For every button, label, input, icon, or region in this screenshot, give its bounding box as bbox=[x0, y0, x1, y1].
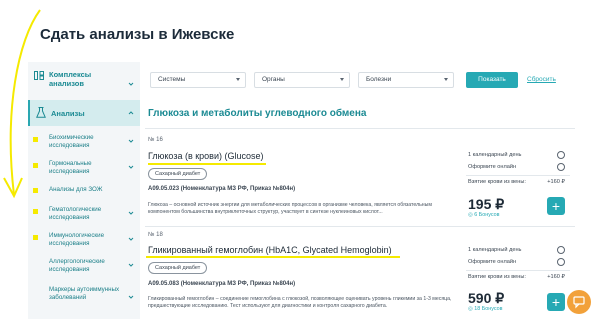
blood-draw-price: +160 ₽ bbox=[547, 274, 565, 280]
divider bbox=[145, 128, 575, 129]
disease-tag[interactable]: Сахарный диабет bbox=[148, 168, 208, 180]
test-price: 590 ₽ bbox=[468, 290, 505, 306]
chevron-up-icon bbox=[128, 110, 134, 116]
flask-icon bbox=[36, 107, 46, 118]
title-highlight bbox=[146, 256, 400, 258]
sidebar-subitem-label: Анализы для ЗОЖ bbox=[49, 186, 103, 193]
duration-label: 1 календарный день bbox=[468, 247, 522, 253]
disease-tag[interactable]: Сахарный диабет bbox=[148, 262, 208, 274]
online-label[interactable]: Оформите онлайн bbox=[468, 259, 516, 265]
chevron-down-icon bbox=[128, 138, 134, 144]
title-highlight bbox=[148, 163, 266, 165]
show-button[interactable]: Показать bbox=[466, 72, 518, 88]
highlight-marker bbox=[33, 137, 38, 142]
divider bbox=[466, 175, 570, 176]
highlight-marker bbox=[33, 209, 38, 214]
sidebar-subitem-label: Маркеры аутоиммунных заболеваний bbox=[49, 286, 120, 301]
test-number: № 18 bbox=[148, 232, 163, 238]
blood-draw-label: Взятие крови из вены: bbox=[468, 179, 526, 185]
highlight-marker bbox=[33, 235, 38, 240]
divider bbox=[466, 270, 570, 271]
page-title: Сдать анализы в Ижевске bbox=[40, 26, 235, 43]
chevron-down-icon bbox=[128, 262, 134, 268]
test-title[interactable]: Глюкоза (в крови) (Glucose) bbox=[148, 151, 264, 161]
clock-icon bbox=[557, 246, 565, 254]
sidebar-subitem-label: Биохимические исследования bbox=[49, 134, 94, 149]
blood-draw-price: +160 ₽ bbox=[547, 179, 565, 185]
sidebar-subitem-label: Аллергологические исследования bbox=[49, 258, 105, 273]
organs-select[interactable]: Органы bbox=[254, 72, 350, 88]
sidebar-subitem-label: Иммунологические исследования bbox=[49, 232, 105, 247]
chevron-down-icon bbox=[128, 81, 134, 87]
sidebar-item-label: Комплексы анализов bbox=[49, 70, 92, 88]
chat-button[interactable] bbox=[567, 290, 591, 314]
chevron-down-icon bbox=[128, 236, 134, 242]
grid-icon bbox=[34, 71, 44, 80]
sidebar-item-label: Анализы bbox=[51, 109, 85, 118]
test-title[interactable]: Гликированный гемоглобин (HbA1C, Glycate… bbox=[148, 245, 392, 255]
chevron-down-icon bbox=[128, 210, 134, 216]
highlight-marker bbox=[33, 163, 38, 168]
online-label[interactable]: Оформите онлайн bbox=[468, 164, 516, 170]
chevron-down-icon bbox=[128, 164, 134, 170]
test-code: A09.05.023 (Номенклатура МЗ РФ, Приказ №… bbox=[148, 186, 296, 192]
add-to-cart-button[interactable]: + bbox=[547, 197, 565, 215]
systems-select-value: Системы bbox=[158, 76, 186, 83]
sidebar-item-analyses[interactable]: Анализы bbox=[28, 100, 140, 126]
test-description: Глюкоза – основной источник энергии для … bbox=[148, 202, 432, 215]
test-price: 195 ₽ bbox=[468, 196, 505, 212]
bonus-label: ◎ 18 Бонусов bbox=[468, 306, 503, 312]
bonus-label: ◎ 6 Бонусов bbox=[468, 212, 500, 218]
test-description: Гликированный гемоглобин – соединение ге… bbox=[148, 296, 452, 309]
highlight-marker bbox=[33, 188, 38, 193]
section-title: Глюкоза и метаболиты углеводного обмена bbox=[148, 108, 367, 119]
chat-icon bbox=[573, 296, 585, 309]
caret-down-icon bbox=[444, 78, 448, 81]
caret-down-icon bbox=[340, 78, 344, 81]
duration-label: 1 календарный день bbox=[468, 152, 522, 158]
sidebar-item-complexes[interactable]: Комплексы анализов bbox=[28, 66, 140, 100]
diseases-select[interactable]: Болезни bbox=[358, 72, 454, 88]
divider bbox=[145, 226, 575, 227]
test-code: A09.05.083 (Номенклатура МЗ РФ, Приказ №… bbox=[148, 281, 296, 287]
chevron-down-icon bbox=[128, 294, 134, 300]
add-to-cart-button[interactable]: + bbox=[547, 293, 565, 311]
clock-icon bbox=[557, 151, 565, 159]
test-number: № 16 bbox=[148, 137, 163, 143]
caret-down-icon bbox=[236, 78, 240, 81]
check-icon bbox=[557, 258, 565, 266]
sidebar-subitem-label: Гормональные исследования bbox=[49, 160, 92, 175]
sidebar: Комплексы анализов Анализы Биохимические… bbox=[28, 62, 140, 319]
sidebar-subitem-label: Гематологические исследования bbox=[49, 206, 102, 221]
organs-select-value: Органы bbox=[262, 76, 285, 83]
diseases-select-value: Болезни bbox=[366, 76, 392, 83]
check-icon bbox=[557, 163, 565, 171]
systems-select[interactable]: Системы bbox=[150, 72, 246, 88]
reset-link[interactable]: Сбросить bbox=[527, 76, 556, 83]
blood-draw-label: Взятие крови из вены: bbox=[468, 274, 526, 280]
